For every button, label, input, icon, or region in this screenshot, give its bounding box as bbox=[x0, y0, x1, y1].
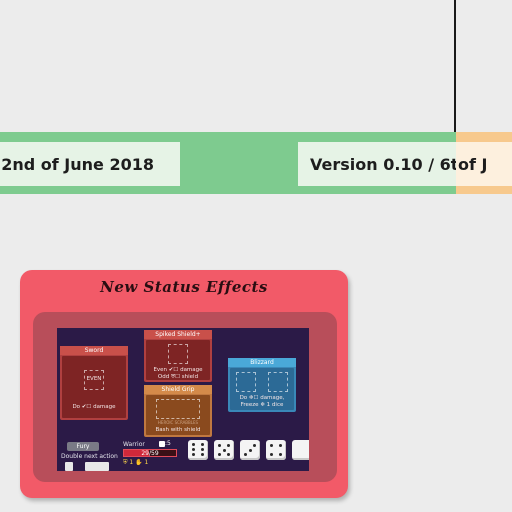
timeline-version-label-continued: of J bbox=[456, 142, 512, 186]
spiked-shield-desc-even: Even ✔☐ damage bbox=[153, 367, 203, 373]
spiked-shield-title: Spiked Shield+ bbox=[144, 330, 212, 339]
shield-grip-tile: Shield Grip HEROIC SCRABBLES Bash with s… bbox=[144, 385, 212, 437]
timeline-date-label: 2nd of June 2018 bbox=[0, 142, 180, 186]
warrior-name: Warrior bbox=[123, 441, 145, 448]
blizzard-desc-freeze: Freeze ❄ 1 dice bbox=[240, 402, 284, 408]
dice-slot bbox=[236, 372, 256, 392]
fury-button-secondary bbox=[85, 462, 109, 471]
die-five[interactable] bbox=[214, 440, 234, 460]
fury-button bbox=[65, 462, 73, 471]
die-three[interactable] bbox=[240, 440, 260, 460]
shield-grip-title: Shield Grip bbox=[144, 385, 212, 394]
blizzard-desc-damage: Do ❄☐ damage, bbox=[239, 395, 285, 401]
dice-slot bbox=[168, 344, 188, 364]
spiked-shield-tile: Spiked Shield+ Even ✔☐ damage Odd ⛨☐ shi… bbox=[144, 330, 212, 382]
blizzard-tile: Blizzard Do ❄☐ damage, Freeze ❄ 1 dice bbox=[228, 358, 296, 412]
die-six[interactable] bbox=[188, 440, 208, 460]
timeline-version-label: Version 0.10 / 6th bbox=[298, 142, 456, 186]
dice-slot bbox=[156, 399, 200, 419]
timeline-connector-line bbox=[454, 0, 456, 132]
health-text: 29/59 bbox=[141, 450, 159, 457]
card-inner-frame: Sword EVEN Do ✔☐ damage Spiked Shield+ E… bbox=[33, 312, 337, 482]
fury-description: Double next action bbox=[61, 453, 118, 460]
sword-title: Sword bbox=[60, 346, 128, 355]
die-four[interactable] bbox=[266, 440, 286, 460]
die-partial[interactable] bbox=[292, 440, 309, 460]
status-effects-card: New Status Effects Sword EVEN Do ✔☐ dama… bbox=[20, 270, 348, 498]
card-title: New Status Effects bbox=[100, 278, 268, 296]
spiked-shield-desc-odd: Odd ⛨☐ shield bbox=[157, 374, 199, 380]
slot-label: EVEN bbox=[86, 376, 102, 382]
warrior-health-bar: 29/59 bbox=[123, 449, 177, 457]
blizzard-title: Blizzard bbox=[228, 358, 296, 367]
game-screenshot: Sword EVEN Do ✔☐ damage Spiked Shield+ E… bbox=[57, 328, 309, 471]
shield-grip-description: Bash with shield bbox=[155, 427, 201, 433]
warrior-dice-count: :5 bbox=[159, 440, 171, 447]
shield-grip-slot-label: HEROIC SCRABBLES bbox=[157, 420, 199, 425]
fury-badge: Fury bbox=[67, 442, 99, 451]
dice-slot bbox=[268, 372, 288, 392]
warrior-stats: ⛨ 1 ✋ 1 bbox=[123, 459, 149, 466]
sword-tile: Sword EVEN Do ✔☐ damage bbox=[60, 346, 128, 420]
sword-description: Do ✔☐ damage bbox=[72, 404, 116, 410]
